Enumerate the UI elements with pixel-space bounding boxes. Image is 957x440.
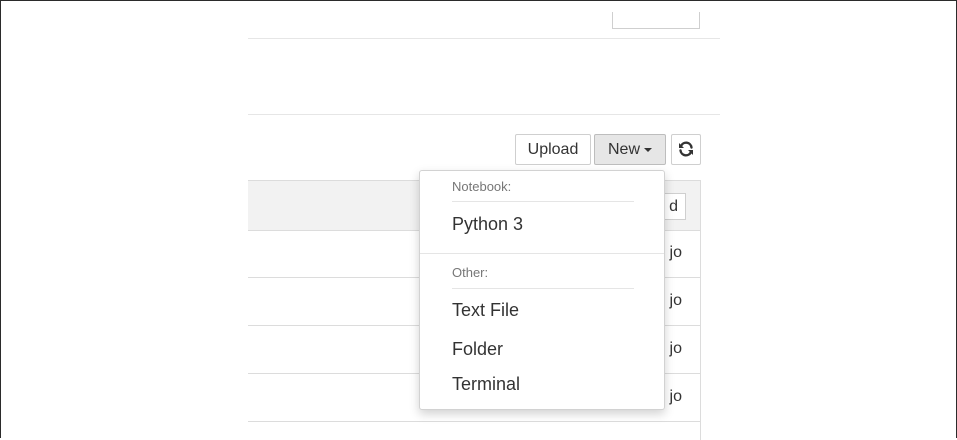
menu-item-text-file[interactable]: Text File: [452, 300, 519, 321]
caret-down-icon: [644, 147, 652, 152]
divider-top: [248, 38, 720, 39]
row-modified-time: jo: [669, 292, 682, 309]
divider-mid: [248, 114, 720, 115]
refresh-icon: [679, 141, 693, 157]
menu-divider: [420, 253, 664, 254]
new-button-label: New: [607, 141, 640, 158]
menu-rule: [452, 288, 634, 289]
menu-item-terminal[interactable]: Terminal: [452, 374, 520, 395]
refresh-button[interactable]: [671, 134, 701, 165]
menu-header-notebook: Notebook:: [452, 179, 512, 194]
row-modified-time: jo: [669, 244, 682, 261]
menu-rule: [452, 201, 634, 202]
row-modified-time: jo: [669, 340, 682, 357]
new-dropdown-button[interactable]: New: [594, 134, 666, 165]
menu-item-python3[interactable]: Python 3: [452, 214, 523, 235]
menu-item-folder[interactable]: Folder: [452, 339, 503, 360]
top-search-input[interactable]: [612, 12, 700, 29]
new-dropdown-menu: Notebook: Python 3 Other: Text File Fold…: [419, 170, 665, 410]
row-modified-time: jo: [669, 388, 682, 405]
list-header-button-label: d: [669, 198, 678, 215]
menu-header-other: Other:: [452, 265, 489, 280]
upload-button[interactable]: Upload: [515, 134, 591, 165]
upload-button-label: Upload: [527, 141, 579, 158]
